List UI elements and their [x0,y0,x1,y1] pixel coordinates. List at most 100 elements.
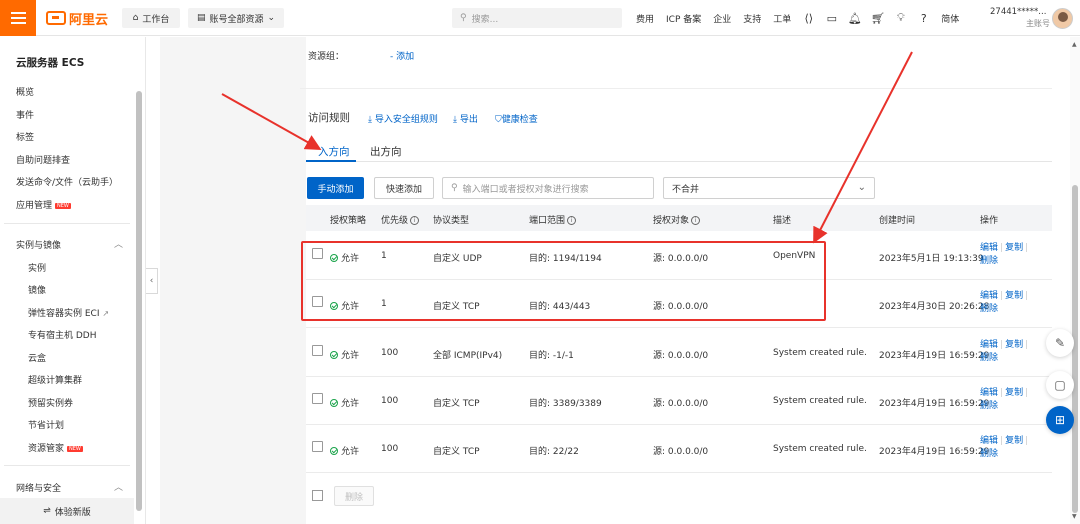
copy-link[interactable]: 复制 [1005,436,1023,446]
quick-add-button[interactable]: 快速添加 [374,177,434,199]
edit-link[interactable]: 编辑 [980,243,998,253]
select-all-checkbox[interactable] [312,490,323,501]
workspace-button[interactable]: ⌂ 工作台 [122,8,180,28]
copy-link[interactable]: 复制 [1005,340,1023,350]
sidebar-collapse-button[interactable]: ‹ [146,268,158,294]
separator: | [1000,388,1004,398]
resource-group-add-link[interactable]: - 添加 [390,49,414,62]
shield-check-icon: ⛉ [495,115,502,125]
sidebar-item-images[interactable]: 镜像 [28,283,46,296]
top-link-ticket[interactable]: 工单 [773,12,791,25]
row-checkbox[interactable] [312,393,323,404]
sidebar-item-events[interactable]: 事件 [16,108,34,121]
chat-icon[interactable]: ▢ [1046,371,1074,399]
main-scrollbar[interactable]: ▲ ▼ [1070,37,1080,524]
sidebar-item-self-diagnose[interactable]: 自助问题排查 [16,153,70,166]
health-check-link[interactable]: ⛉健康检查 [495,112,538,125]
delete-link[interactable]: 删除 [980,256,998,266]
chevron-up-icon[interactable]: ︿ [114,480,123,493]
tab-outbound[interactable]: 出方向 [370,144,402,159]
edit-link[interactable]: 编辑 [980,340,998,350]
sidebar-item-send-command[interactable]: 发送命令/文件（云助手） [16,175,118,188]
separator: | [1025,291,1029,301]
sidebar-item-ddh[interactable]: 专有宿主机 DDH [28,328,97,341]
tab-inbound[interactable]: 入方向 [318,144,350,159]
manual-add-button[interactable]: 手动添加 [307,177,364,199]
help-icon[interactable]: ? [918,12,929,25]
separator: | [1000,340,1004,350]
copy-link[interactable]: 复制 [1005,243,1023,253]
chevron-up-icon[interactable]: ︿ [114,237,123,250]
sidebar-item-eci[interactable]: 弹性容器实例 ECI ↗ [28,306,109,319]
top-link-icp[interactable]: ICP 备案 [666,12,701,25]
bulk-delete-button[interactable]: 删除 [334,486,374,506]
table-row: 允许 100 自定义 TCP 目的: 22/22 源: 0.0.0.0/0 Sy… [306,425,1052,473]
sidebar-item-reserved[interactable]: 预留实例券 [28,396,73,409]
scrollbar-thumb[interactable] [136,91,142,511]
sidebar-item-overview[interactable]: 概览 [16,85,34,98]
export-link[interactable]: ⤓ 导出 [453,112,478,125]
terminal-icon[interactable]: ▭ [826,12,837,25]
delete-link[interactable]: 删除 [980,449,998,459]
scroll-down-icon[interactable]: ▼ [1072,513,1077,520]
apps-grid-icon[interactable]: ⊞ [1046,406,1074,434]
info-icon[interactable]: i [567,216,577,225]
edit-feedback-icon[interactable]: ✎ [1046,329,1074,357]
code-icon[interactable]: ⟨⟩ [803,12,814,25]
sidebar-item-cloudbox[interactable]: 云盒 [28,351,46,364]
scrollbar-thumb[interactable] [1072,185,1078,513]
row-checkbox[interactable] [312,441,323,452]
row-actions: 编辑 | 复制 | 删除 [980,435,1040,461]
top-link-fees[interactable]: 费用 [636,12,654,25]
copy-link[interactable]: 复制 [1005,388,1023,398]
try-new-version-button[interactable]: ⇌ 体验新版 [0,498,134,524]
copy-link[interactable]: 复制 [1005,291,1023,301]
edit-link[interactable]: 编辑 [980,436,998,446]
resource-scope-select[interactable]: ▤ 账号全部资源 ⌄ [188,8,284,28]
sidebar-item-instances[interactable]: 实例 [28,261,46,274]
cart-icon[interactable]: 🛒︎ [871,12,885,25]
merge-select[interactable]: 不合并 ⌄ [663,177,875,199]
sidebar-section-network-security[interactable]: 网络与安全 [16,481,61,494]
rule-search-input[interactable]: ⚲ 输入端口或者授权对象进行搜索 [442,177,654,199]
separator: | [1025,340,1029,350]
sidebar-item-app-mgmt[interactable]: 应用管理 NEW [16,198,71,211]
resource-scope-label: 账号全部资源 [209,14,264,25]
avatar[interactable] [1052,8,1073,29]
edit-link[interactable]: 编辑 [980,388,998,398]
separator: | [1025,243,1029,253]
import-rules-link[interactable]: ⤓ 导入安全组规则 [368,112,438,125]
edit-link[interactable]: 编辑 [980,291,998,301]
sidebar-item-resource-manager[interactable]: 资源管家 NEW [28,441,83,454]
aliyun-logo[interactable]: 阿里云 [46,9,108,28]
top-link-enterprise[interactable]: 企业 [713,12,731,25]
row-checkbox[interactable] [312,345,323,356]
sidebar-item-savings-plan[interactable]: 节省计划 [28,418,64,431]
export-icon: ⤓ [453,115,457,125]
info-icon[interactable]: i [691,216,701,225]
info-icon[interactable]: i [410,216,420,225]
created-cell: 2023年4月19日 16:59:29 [879,351,990,361]
divider [4,223,130,224]
separator: | [1025,436,1029,446]
global-search-input[interactable]: ⚲ 搜索... [452,8,622,28]
separator: | [1000,243,1004,253]
sidebar-item-label: 弹性容器实例 ECI [28,309,100,319]
top-link-support[interactable]: 支持 [743,12,761,25]
delete-link[interactable]: 删除 [980,304,998,314]
delete-link[interactable]: 删除 [980,401,998,411]
chevron-left-icon: ‹ [149,276,154,286]
language-switch[interactable]: 简体 [941,12,959,25]
resource-group-label: 资源组： [308,52,345,62]
delete-link[interactable]: 删除 [980,353,998,363]
sidebar-scrollbar[interactable] [135,81,143,521]
sidebar-item-tags[interactable]: 标签 [16,130,34,143]
sidebar-section-instances-images[interactable]: 实例与镜像 [16,238,61,251]
col-priority: 优先级 i [381,213,420,226]
lightbulb-icon[interactable]: 💡︎ [895,11,906,24]
menu-icon[interactable] [0,0,36,36]
bell-icon[interactable]: 🔔︎ [848,12,862,25]
scroll-up-icon[interactable]: ▲ [1072,41,1077,48]
account-info[interactable]: 27441*****... 主账号 [990,6,1050,30]
sidebar-item-supercomputing[interactable]: 超级计算集群 [28,373,82,386]
